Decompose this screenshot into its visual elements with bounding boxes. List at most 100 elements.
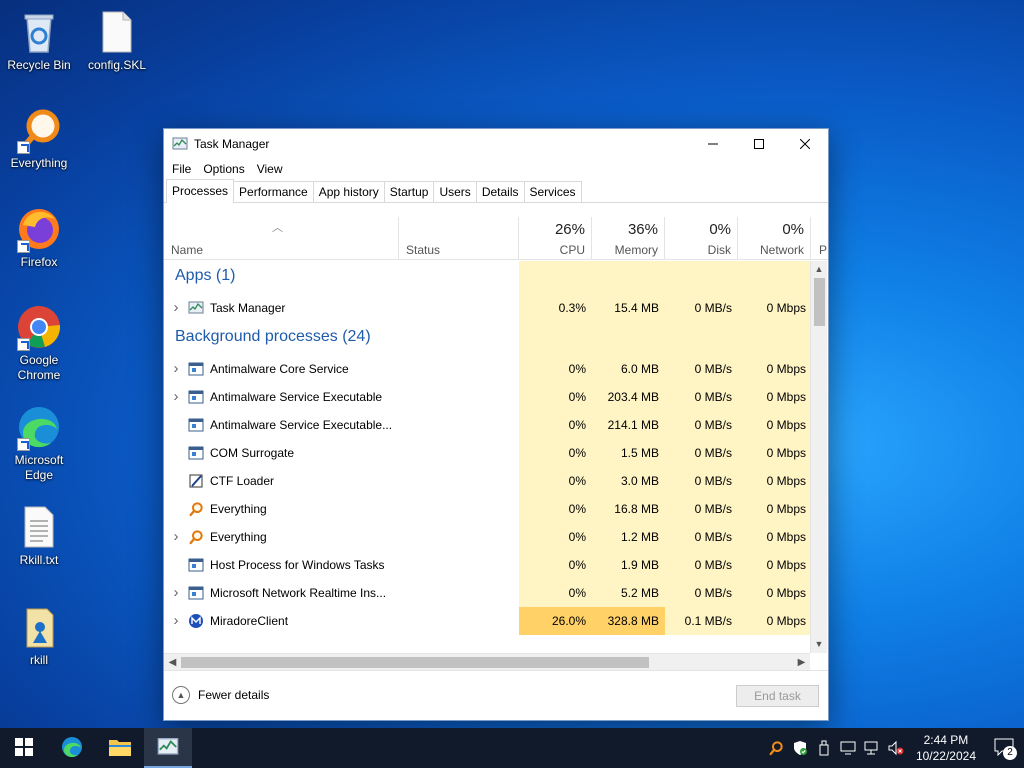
process-row[interactable]: › MiradoreClient 26.0% 328.8 MB 0.1 MB/s 0 Mb… [164, 607, 810, 635]
column-header-memory[interactable]: 36% Memory [592, 217, 665, 260]
edge-icon [60, 735, 84, 762]
end-task-button[interactable]: End task [736, 685, 819, 707]
taskbar-edge-button[interactable] [48, 728, 96, 768]
process-table: ︿ Name Status 26% CPU 36% Memory 0% Disk… [164, 217, 828, 670]
tab-details[interactable]: Details [475, 181, 525, 202]
process-cpu-cell: 0% [519, 355, 592, 383]
process-row[interactable]: Everything 0% 16.8 MB 0 MB/s 0 Mbps [164, 495, 810, 523]
process-status-cell [399, 551, 518, 579]
maximize-button[interactable] [736, 129, 782, 159]
process-name-cell: COM Surrogate [164, 439, 399, 467]
process-disk-cell: 0 MB/s [665, 355, 738, 383]
vertical-scroll-thumb[interactable] [814, 278, 825, 326]
tab-startup[interactable]: Startup [383, 181, 435, 202]
desktop-icon-rkill-txt[interactable]: Rkill.txt [1, 503, 77, 568]
process-row[interactable]: › Antimalware Core Service 0% 6.0 MB 0 MB/s 0… [164, 355, 810, 383]
tray-network-icon[interactable] [860, 728, 884, 768]
column-header-cpu[interactable]: 26% CPU [519, 217, 592, 260]
scroll-left-icon[interactable]: ◀ [164, 654, 181, 671]
process-row[interactable]: Antimalware Service Executable... 0% 214.1… [164, 411, 810, 439]
column-header-disk[interactable]: 0% Disk [665, 217, 738, 260]
footer-bar: ▲ Fewer details End task [164, 670, 828, 720]
system-tray: 2:44 PM 10/22/2024 2 [764, 728, 1024, 768]
tab-users[interactable]: Users [433, 181, 477, 202]
desktop-icon-everything[interactable]: Everything [1, 106, 77, 171]
menu-options[interactable]: Options [197, 162, 250, 176]
column-header-name[interactable]: ︿ Name [164, 217, 399, 260]
desktop-icon-firefox[interactable]: Firefox [1, 205, 77, 270]
process-disk-cell: 0.1 MB/s [665, 607, 738, 635]
heat-band [592, 261, 665, 294]
tray-defender-icon[interactable] [788, 728, 812, 768]
scroll-right-icon[interactable]: ▶ [793, 654, 810, 671]
process-cpu-cell: 0% [519, 383, 592, 411]
process-network-cell: 0 Mbps [738, 495, 810, 523]
column-header-network[interactable]: 0% Network [738, 217, 811, 260]
clock-date: 10/22/2024 [915, 749, 976, 763]
tab-performance[interactable]: Performance [233, 181, 314, 202]
task-manager-icon [172, 136, 188, 152]
desktop-icon-rkill[interactable]: rkill [1, 603, 77, 668]
text-file-icon [15, 503, 63, 551]
taskbar-file-explorer-button[interactable] [96, 728, 144, 768]
process-name: COM Surrogate [210, 446, 295, 460]
process-disk-cell: 0 MB/s [665, 579, 738, 607]
process-network-cell: 0 Mbps [738, 607, 810, 635]
process-memory-cell: 16.8 MB [592, 495, 665, 523]
desktop-icon-config-skl[interactable]: config.SKL [79, 8, 155, 73]
taskbar-clock[interactable]: 2:44 PM 10/22/2024 [908, 732, 984, 764]
group-header-apps: Apps (1) [164, 261, 810, 294]
chevron-right-icon[interactable]: › [164, 294, 188, 322]
tray-usb-icon[interactable] [812, 728, 836, 768]
fewer-details-button[interactable]: ▲ Fewer details [172, 686, 269, 704]
tray-display-icon[interactable] [836, 728, 860, 768]
chevron-right-icon[interactable]: › [164, 383, 188, 411]
everything-icon [15, 106, 63, 154]
process-name: Microsoft Network Realtime Ins... [210, 586, 387, 600]
process-row[interactable]: › Microsoft Network Realtime Ins... 0% 5.2 … [164, 579, 810, 607]
process-name-cell: › Antimalware Service Executable [164, 383, 399, 411]
process-name-cell: Everything [164, 495, 399, 523]
process-disk-cell: 0 MB/s [665, 495, 738, 523]
desktop-icon-recycle-bin[interactable]: Recycle Bin [1, 8, 77, 73]
horizontal-scrollbar[interactable]: ◀ ▶ [164, 653, 810, 670]
process-row[interactable]: CTF Loader 0% 3.0 MB 0 MB/s 0 Mbps [164, 467, 810, 495]
chevron-right-icon[interactable]: › [164, 607, 188, 635]
horizontal-scroll-thumb[interactable] [181, 657, 649, 668]
tray-everything-icon[interactable] [764, 728, 788, 768]
desktop-icon-google-chrome[interactable]: Google Chrome [1, 303, 77, 383]
ctf-loader-icon [188, 473, 204, 489]
vertical-scrollbar[interactable]: ▲ ▼ [810, 261, 827, 653]
menu-file[interactable]: File [166, 162, 197, 176]
start-button[interactable] [0, 728, 48, 768]
action-center-button[interactable]: 2 [984, 728, 1024, 768]
process-row[interactable]: › Antimalware Service Executable 0% 203.4 M… [164, 383, 810, 411]
column-header-row: ︿ Name Status 26% CPU 36% Memory 0% Disk… [164, 217, 828, 260]
scroll-down-icon[interactable]: ▼ [811, 636, 827, 653]
tab-strip: Processes Performance App history Startu… [164, 179, 828, 203]
miradore-icon [188, 613, 204, 629]
scroll-up-icon[interactable]: ▲ [811, 261, 827, 278]
process-disk-cell: 0 MB/s [665, 411, 738, 439]
title-bar[interactable]: Task Manager [164, 129, 828, 159]
desktop-icon-microsoft-edge[interactable]: Microsoft Edge [1, 403, 77, 483]
minimize-button[interactable] [690, 129, 736, 159]
taskbar: 2:44 PM 10/22/2024 2 [0, 728, 1024, 768]
taskbar-task-manager-button[interactable] [144, 728, 192, 768]
process-row[interactable]: › Task Manager 0.3% 15.4 MB 0 MB/s 0 Mbps [164, 294, 810, 322]
shortcut-arrow-icon [17, 338, 30, 351]
close-button[interactable] [782, 129, 828, 159]
chevron-right-icon[interactable]: › [164, 579, 188, 607]
tab-processes[interactable]: Processes [166, 179, 235, 203]
column-header-power[interactable]: P [811, 217, 828, 260]
tray-volume-muted-icon[interactable] [884, 728, 908, 768]
process-row[interactable]: COM Surrogate 0% 1.5 MB 0 MB/s 0 Mbps [164, 439, 810, 467]
process-row[interactable]: Host Process for Windows Tasks 0% 1.9 MB 0 … [164, 551, 810, 579]
column-header-status[interactable]: Status [399, 217, 519, 260]
chevron-right-icon[interactable]: › [164, 355, 188, 383]
chevron-right-icon[interactable]: › [164, 523, 188, 551]
menu-view[interactable]: View [251, 162, 289, 176]
tab-services[interactable]: Services [523, 181, 582, 202]
process-row[interactable]: › Everything 0% 1.2 MB 0 MB/s 0 Mbps [164, 523, 810, 551]
tab-app-history[interactable]: App history [312, 181, 385, 202]
